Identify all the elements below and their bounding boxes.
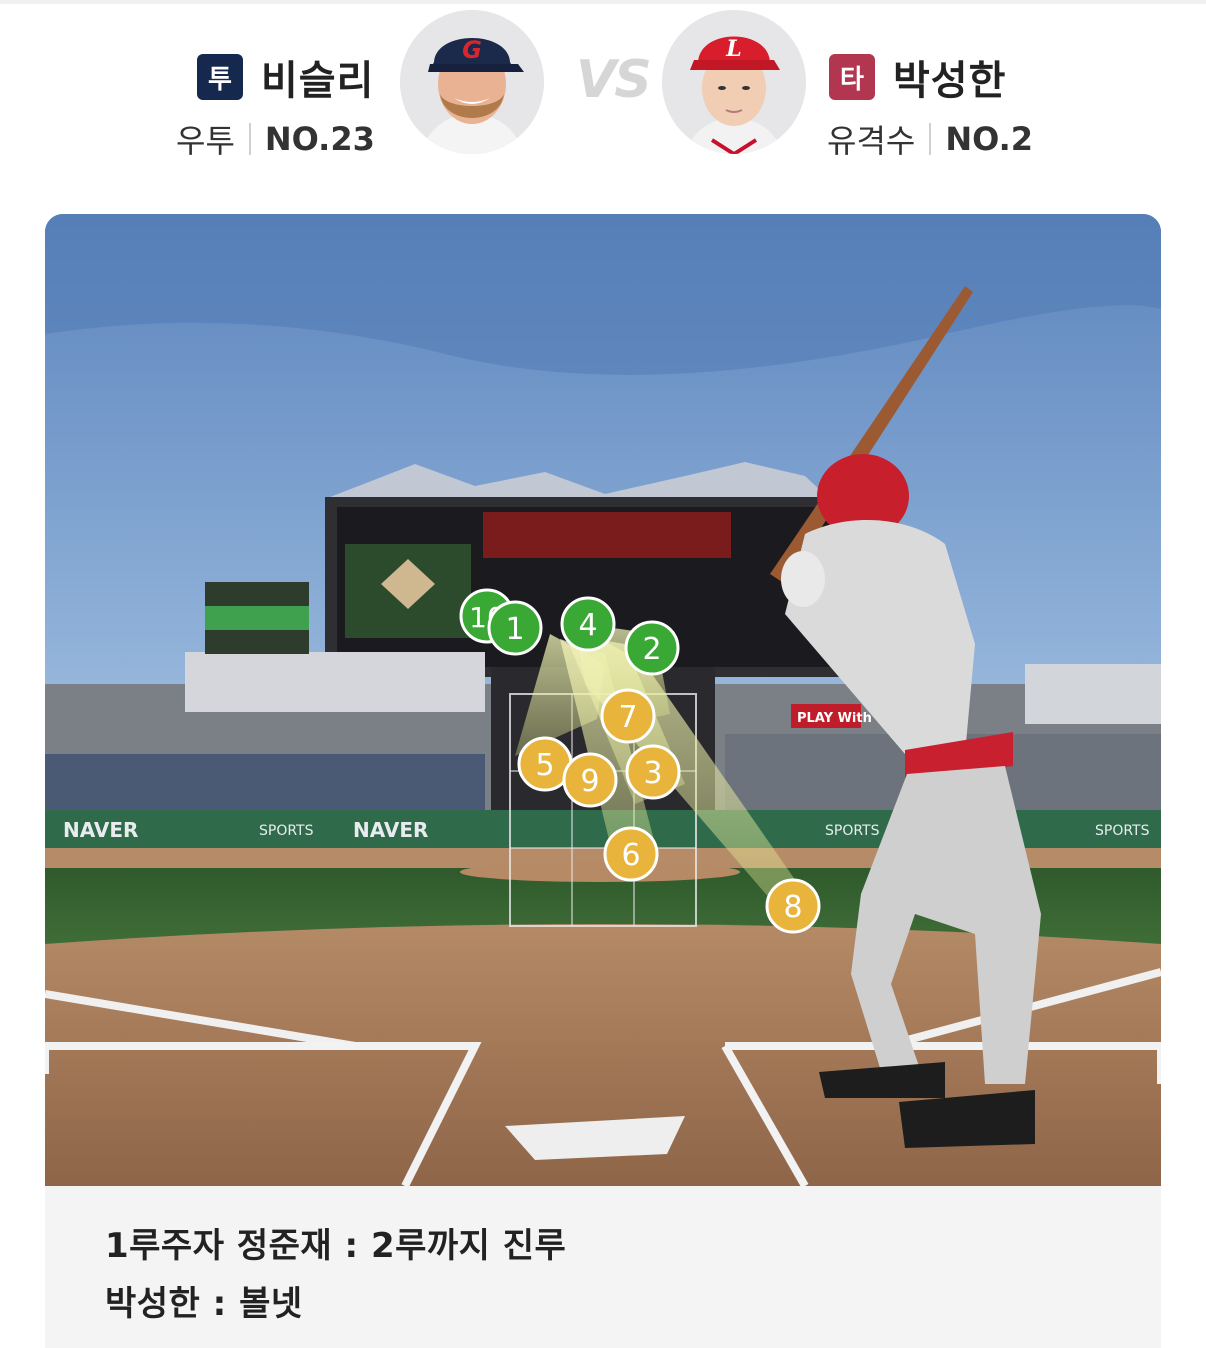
- ad-sports-2: SPORTS: [825, 823, 880, 839]
- pitch-marker-3[interactable]: 3: [625, 744, 681, 800]
- batter-name[interactable]: 박성한: [893, 48, 1006, 106]
- pitch-marker-1[interactable]: 1: [487, 600, 543, 656]
- pitch-marker-9[interactable]: 9: [562, 752, 618, 808]
- pitch-marker-7[interactable]: 7: [600, 688, 656, 744]
- batter-position-badge: 타: [829, 54, 875, 100]
- pitcher-info: 우투 NO.23: [176, 116, 375, 162]
- result-line-batter: 박성한 : 볼넷: [105, 1284, 303, 1324]
- batter-name-row: 타 박성한: [829, 48, 1006, 106]
- ad-sports-1: SPORTS: [259, 823, 314, 839]
- pitcher-position-badge: 투: [197, 54, 243, 100]
- stadium-scene: NAVER NAVER SPORTS SPORTS SPORTS PLAY Wi…: [45, 214, 1161, 1186]
- pitch-marker-8[interactable]: 8: [765, 878, 821, 934]
- pitch-marker-label: 2: [642, 632, 661, 667]
- pitch-marker-label: 9: [580, 764, 599, 799]
- pitcher-avatar[interactable]: G: [400, 10, 544, 154]
- batter-avatar[interactable]: L: [662, 10, 806, 154]
- play-result-panel: 1루주자 정준재 : 2루까지 진루 박성한 : 볼넷: [45, 1186, 1161, 1348]
- pitcher-throw-hand: 우투: [176, 122, 235, 160]
- batter-number: NO.2: [945, 120, 1034, 158]
- batter-info: 유격수 NO.2: [827, 116, 1033, 162]
- pitcher-name-row: 투 비슬리: [197, 48, 374, 106]
- svg-text:G: G: [462, 36, 482, 64]
- batter-role: 유격수: [827, 122, 916, 160]
- pitch-marker-6[interactable]: 6: [603, 826, 659, 882]
- pitch-marker-2[interactable]: 2: [624, 620, 680, 676]
- pitch-marker-label: 3: [643, 756, 662, 791]
- pitch-marker-label: 6: [621, 838, 640, 873]
- pitch-marker-label: 1: [505, 612, 524, 647]
- ad-play-with: PLAY With: [797, 711, 872, 726]
- separator: [929, 123, 932, 155]
- result-line-runner: 1루주자 정준재 : 2루까지 진루: [105, 1226, 567, 1266]
- matchup-header: 투 비슬리 우투 NO.23 G VS L 타 박성한 유격수 NO.2: [0, 0, 1206, 190]
- pitcher-name[interactable]: 비슬리: [261, 48, 374, 106]
- pitch-marker-label: 5: [535, 748, 554, 783]
- pitcher-number: NO.23: [264, 120, 375, 158]
- svg-text:L: L: [725, 36, 741, 62]
- pitch-marker-label: 4: [578, 608, 597, 643]
- ad-naver-2: NAVER: [353, 818, 428, 842]
- ad-sports-3: SPORTS: [1095, 823, 1150, 839]
- separator: [248, 123, 251, 155]
- vs-label: VS: [576, 50, 652, 110]
- ad-naver-1: NAVER: [63, 818, 138, 842]
- pitch-marker-4[interactable]: 4: [560, 596, 616, 652]
- pitch-marker-label: 8: [783, 890, 802, 925]
- pitch-marker-label: 7: [618, 700, 637, 735]
- pitch-tracking-view: NAVER NAVER SPORTS SPORTS SPORTS PLAY Wi…: [45, 214, 1161, 1186]
